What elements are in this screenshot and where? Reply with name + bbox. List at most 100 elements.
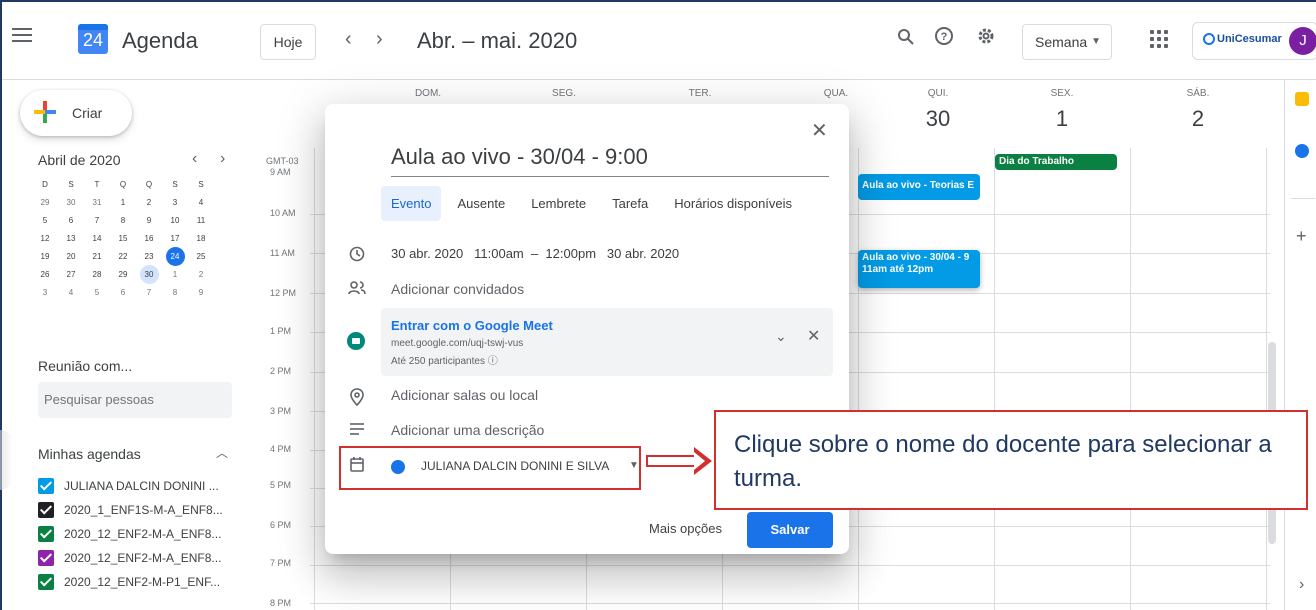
settings-gear-icon[interactable] [972, 26, 1000, 54]
mini-day[interactable]: 14 [84, 230, 110, 248]
view-select[interactable]: Semana ▼ [1022, 24, 1112, 60]
mini-day[interactable]: 11 [188, 212, 214, 230]
mini-day[interactable]: 31 [84, 194, 110, 212]
mini-day[interactable]: 10 [162, 212, 188, 230]
mini-day[interactable]: 15 [110, 230, 136, 248]
mini-day[interactable]: 3 [32, 284, 58, 302]
event-datetime[interactable]: 30 abr. 2020 11:00am – 12:00pm 30 abr. 2… [391, 246, 679, 261]
account-switcher[interactable]: UniCesumar J [1192, 22, 1316, 60]
calendar-item[interactable]: 2020_12_ENF2-M-A_ENF8... [38, 522, 223, 546]
mini-day-selected[interactable]: 30 [136, 265, 162, 284]
mini-day[interactable]: 2 [136, 194, 162, 212]
expand-panel-icon[interactable]: › [1299, 576, 1304, 594]
tab-lembrete[interactable]: Lembrete [521, 186, 596, 221]
mini-day[interactable]: 23 [136, 248, 162, 266]
mini-day[interactable]: 20 [58, 248, 84, 266]
calendar-item[interactable]: JULIANA DALCIN DONINI ... [38, 474, 223, 498]
save-button[interactable]: Salvar [747, 512, 833, 548]
tab-evento[interactable]: Evento [381, 186, 442, 221]
mini-day[interactable]: 4 [188, 194, 214, 212]
day-number[interactable]: 30 [870, 106, 1006, 132]
holiday-event[interactable]: Dia do Trabalho [995, 154, 1117, 170]
event-title-input[interactable]: Aula ao vivo - 30/04 - 9:00 [391, 144, 829, 177]
mini-prev-month-icon[interactable]: ‹ [192, 150, 197, 168]
checkbox-checked-icon[interactable] [38, 574, 54, 590]
mini-day[interactable]: 19 [32, 248, 58, 266]
mini-day[interactable]: 25 [188, 248, 214, 266]
search-people-input[interactable] [38, 382, 232, 418]
add-description-field[interactable]: Adicionar uma descrição [391, 422, 544, 438]
previous-week-icon[interactable]: ‹ [345, 28, 352, 51]
close-icon[interactable]: ✕ [811, 118, 828, 143]
checkbox-checked-icon[interactable] [38, 502, 54, 518]
calendar-event-selected[interactable]: Aula ao vivo - 30/04 - 9 11am até 12pm [858, 250, 980, 288]
tab-tarefa[interactable]: Tarefa [602, 186, 658, 221]
mini-day[interactable]: 29 [32, 194, 58, 212]
mini-day[interactable]: 6 [58, 212, 84, 230]
today-button[interactable]: Hoje [260, 24, 316, 60]
mini-day[interactable]: 7 [136, 284, 162, 302]
add-addon-icon[interactable]: + [1296, 226, 1307, 247]
mini-next-month-icon[interactable]: › [220, 150, 225, 168]
avatar[interactable]: J [1289, 27, 1316, 55]
mini-day[interactable]: 7 [84, 212, 110, 230]
calendar-item[interactable]: 2020_1_ENF1S-M-A_ENF8... [38, 498, 223, 522]
calendar-item[interactable]: 2020_12_ENF2-M-A_ENF8... [38, 546, 223, 570]
mini-day[interactable]: 9 [136, 212, 162, 230]
mini-day[interactable]: 12 [32, 230, 58, 248]
mini-day[interactable]: 13 [58, 230, 84, 248]
next-week-icon[interactable]: › [376, 28, 383, 51]
day-number[interactable]: 1 [994, 106, 1130, 132]
mini-day[interactable]: 1 [110, 194, 136, 212]
mini-day[interactable]: 4 [58, 284, 84, 302]
calendar-event[interactable]: Aula ao vivo - Teorias E [858, 174, 980, 200]
my-calendars-heading[interactable]: Minhas agendas [38, 446, 141, 462]
more-options-button[interactable]: Mais opções [649, 521, 722, 536]
tab-ausente[interactable]: Ausente [447, 186, 515, 221]
mini-day[interactable]: 1 [162, 266, 188, 284]
mini-day[interactable]: 5 [32, 212, 58, 230]
mini-day[interactable]: 2 [188, 266, 214, 284]
mini-day[interactable]: 18 [188, 230, 214, 248]
checkbox-checked-icon[interactable] [38, 478, 54, 494]
tab-horarios[interactable]: Horários disponíveis [664, 186, 802, 221]
add-location-field[interactable]: Adicionar salas ou local [391, 387, 538, 403]
calendar-list: JULIANA DALCIN DONINI ... 2020_1_ENF1S-M… [38, 474, 223, 594]
day-number[interactable]: 2 [1130, 106, 1266, 132]
mini-weekday: Q [145, 180, 153, 189]
mini-day[interactable]: 29 [110, 266, 136, 284]
mini-day[interactable]: 16 [136, 230, 162, 248]
mini-day-today[interactable]: 24 [162, 247, 188, 266]
mini-day[interactable]: 5 [84, 284, 110, 302]
apps-grid-icon[interactable] [1150, 30, 1168, 48]
mini-day[interactable]: 28 [84, 266, 110, 284]
add-guests-field[interactable]: Adicionar convidados [391, 281, 524, 297]
keep-icon[interactable] [1295, 92, 1309, 106]
mini-day[interactable]: 22 [110, 248, 136, 266]
search-icon[interactable] [892, 26, 920, 54]
mini-day[interactable]: 21 [84, 248, 110, 266]
mini-day[interactable]: 27 [58, 266, 84, 284]
mini-day[interactable]: 3 [162, 194, 188, 212]
join-meet-link[interactable]: Entrar com o Google Meet [391, 318, 553, 333]
checkbox-checked-icon[interactable] [38, 550, 54, 566]
help-icon[interactable]: ? [930, 26, 958, 54]
chevron-up-icon[interactable]: ︿ [216, 444, 228, 461]
day-header: TER. [688, 88, 712, 99]
calendar-item[interactable]: 2020_12_ENF2-M-P1_ENF... [38, 570, 223, 594]
main-menu-icon[interactable] [12, 28, 32, 44]
mini-day[interactable]: 17 [162, 230, 188, 248]
mini-day[interactable]: 30 [58, 194, 84, 212]
tasks-icon[interactable] [1295, 144, 1309, 158]
calendar-item-label: 2020_12_ENF2-M-P1_ENF... [64, 575, 221, 589]
mini-calendar-month: Abril de 2020 [38, 152, 121, 168]
mini-day[interactable]: 9 [188, 284, 214, 302]
mini-day[interactable]: 8 [110, 212, 136, 230]
remove-meet-icon[interactable]: ✕ [807, 326, 820, 346]
checkbox-checked-icon[interactable] [38, 526, 54, 542]
mini-day[interactable]: 8 [162, 284, 188, 302]
chevron-down-icon[interactable]: ⌄ [775, 328, 787, 345]
mini-day[interactable]: 6 [110, 284, 136, 302]
create-button[interactable]: Criar [20, 90, 132, 136]
mini-day[interactable]: 26 [32, 266, 58, 284]
